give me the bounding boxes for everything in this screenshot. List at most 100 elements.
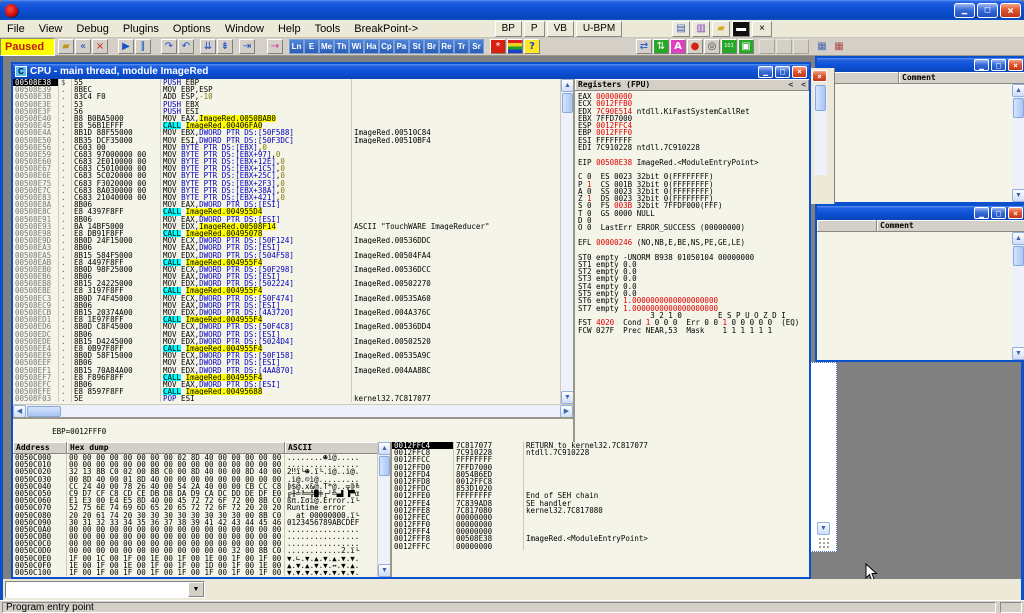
disasm-row[interactable]: 00508E6E.C683 5C020000 00MOV BYTE PTR DS… (13, 172, 560, 179)
chevron-down-icon[interactable]: ▼ (188, 582, 204, 597)
menu-button-u-bpm[interactable]: U-BPM (576, 21, 622, 37)
stack-row[interactable]: 0012FFE87C817080kernel32.7C817080 (392, 507, 809, 514)
minimize-icon[interactable]: ▁ (974, 59, 989, 71)
scrollbar[interactable]: ▲ ▼ (1012, 84, 1024, 202)
toolbar-letter-me[interactable]: Me (319, 39, 334, 54)
step-over-icon[interactable]: ↶ (178, 39, 194, 54)
cpu-title-bar[interactable]: C CPU - main thread, module ImageRed ▁ □… (13, 64, 809, 79)
disasm-row[interactable]: 00508EA5.8B15 584F5000MOV EDX,DWORD PTR … (13, 252, 560, 259)
disasm-row[interactable]: 00508E60.C683 2E010000 00MOV BYTE PTR DS… (13, 158, 560, 165)
disasm-row[interactable]: 00508ECB.8B15 20374A00MOV EDX,DWORD PTR … (13, 309, 560, 316)
hex-dump-row[interactable]: 0050C1001F 00 1F 00 1F 00 1F 00 1F 00 1F… (13, 569, 390, 576)
restart-icon[interactable]: « (75, 39, 91, 54)
disasm-row[interactable]: 00508E7C.C683 8A030000 00MOV BYTE PTR DS… (13, 187, 560, 194)
menu-item-help[interactable]: Help (271, 21, 308, 37)
stack-row[interactable]: 0012FFCCFFFFFFFF (392, 456, 809, 463)
step-into-icon[interactable]: ↷ (161, 39, 177, 54)
disasm-row[interactable]: 00508EFC.8B06MOV EAX,DWORD PTR DS:[ESI] (13, 381, 560, 388)
main-title-bar[interactable]: ▁ □ × (0, 0, 1024, 20)
scroll-up-icon[interactable]: ▲ (1012, 84, 1024, 97)
disasm-row[interactable]: 00508EFE.E8 8597F8FFCALL ImageRed.004956… (13, 388, 560, 395)
ascii-icon[interactable]: A (670, 39, 686, 54)
disasm-row[interactable]: 00508E9D.8B0D 24F15000MOV ECX,DWORD PTR … (13, 237, 560, 244)
screen-icon[interactable]: ▣ (738, 39, 754, 54)
swap-icon[interactable]: ⇄ (636, 39, 652, 54)
menu-item-file[interactable]: File (0, 21, 32, 37)
disasm-row[interactable]: 00508EDE.8B15 D4245000MOV EDX,DWORD PTR … (13, 338, 560, 345)
hex-dump-row[interactable]: 0050C040CC 24 40 00 78 26 40 00 54 2A 40… (13, 483, 390, 490)
disasm-row[interactable]: 00508EB6.8B06MOV EAX,DWORD PTR DS:[ESI] (13, 273, 560, 280)
toolbar-letter-e[interactable]: E (304, 39, 319, 54)
register-line[interactable]: T 0 GS 0000 NULL (575, 210, 809, 217)
scroll-up-icon[interactable]: ▲ (378, 442, 390, 455)
hex-dump-row[interactable]: 0050C0B000 00 00 00 00 00 00 00 00 00 00… (13, 533, 390, 540)
scroll-thumb[interactable] (379, 456, 390, 476)
disasm-row[interactable]: 00508EC9.8B06MOV EAX,DWORD PTR DS:[ESI] (13, 302, 560, 309)
disasm-row[interactable]: 00508E83.C683 21040000 00MOV BYTE PTR DS… (13, 194, 560, 201)
ascii-column-header[interactable]: ASCII (285, 442, 390, 454)
disasm-row[interactable]: 00508EA3.8B06MOV EAX,DWORD PTR DS:[ESI] (13, 244, 560, 251)
scrollbar[interactable] (814, 85, 827, 175)
stack-pane[interactable]: 0012FFC47C817077RETURN to kernel32.7C817… (390, 442, 809, 577)
restore-icon[interactable]: □ (977, 3, 998, 18)
hex-dump-row[interactable]: 0050C08020 20 61 74 20 30 30 30 30 30 30… (13, 512, 390, 519)
disasm-row[interactable]: 00508E8A.8B06MOV EAX,DWORD PTR DS:[ESI] (13, 201, 560, 208)
register-line[interactable]: EDI 7C910228 ntdll.7C910228 (575, 144, 809, 151)
animate-over-icon[interactable]: ⇟ (217, 39, 233, 54)
appearance-icon[interactable] (507, 39, 523, 54)
command-combobox[interactable]: ▼ (5, 581, 205, 598)
hex-dump-row[interactable]: 0050C0A000 00 00 00 00 00 00 00 00 00 00… (13, 526, 390, 533)
disasm-row[interactable]: 00508E38$55PUSH EBP (13, 79, 560, 86)
stack-row[interactable]: 0012FFEC00000000 (392, 514, 809, 521)
background-window-middle[interactable]: ▁ □ × Comment ▲ ▼ (815, 204, 1024, 362)
menu-item-plugins[interactable]: Plugins (116, 21, 166, 37)
background-window-top[interactable]: ▁ □ × Comment ▲ ▼ (815, 56, 1024, 204)
menu-button-vb[interactable]: VB (547, 21, 574, 37)
hex-dump-row[interactable]: 0050C09030 31 32 33 34 35 36 37 38 39 41… (13, 519, 390, 526)
disassembly-hscrollbar[interactable]: ◀ ▶ (13, 404, 573, 417)
disasm-row[interactable]: 00508E93.BA 14BF5000MOV EDX,ImageRed.005… (13, 223, 560, 230)
registers-pane[interactable]: Registers (FPU) < < EAX 00000000ECX 0012… (573, 79, 809, 442)
book-icon[interactable]: ▥ (692, 21, 710, 37)
disasm-row[interactable]: 00508E75.C683 F3020000 00MOV BYTE PTR DS… (13, 180, 560, 187)
disasm-row[interactable]: 00508F03.5EPOP ESIkernel32.7C817077 (13, 395, 560, 402)
registers-prev-icon[interactable]: < (788, 80, 793, 89)
close-icon[interactable]: × (1008, 59, 1023, 71)
close-icon[interactable]: × (1008, 207, 1023, 219)
stack-row[interactable]: 0012FFC47C817077RETURN to kernel32.7C817… (392, 442, 809, 449)
scroll-down-icon[interactable]: ▼ (817, 522, 830, 535)
registers-next-icon[interactable]: < (801, 80, 806, 89)
toolbar-letter-st[interactable]: St (409, 39, 424, 54)
animate-into-icon[interactable]: ⇊ (200, 39, 216, 54)
stack-row[interactable]: 0012FFE47C839AD8SE handler (392, 500, 809, 507)
register-line[interactable]: EFL 00000246 (NO,NB,E,BE,NS,PE,GE,LE) (575, 239, 809, 246)
scroll-down-icon[interactable]: ▼ (1012, 347, 1024, 360)
disasm-row[interactable]: 00508EE9.8B0D 58F15000MOV ECX,DWORD PTR … (13, 352, 560, 359)
disasm-row[interactable]: 00508EEF.8B06MOV EAX,DWORD PTR DS:[ESI] (13, 359, 560, 366)
close-program-icon[interactable]: × (92, 39, 108, 54)
updown-icon[interactable]: ⇅ (653, 39, 669, 54)
minimize-icon[interactable]: ▁ (974, 207, 989, 219)
background-window-fragment[interactable]: × (810, 68, 835, 204)
menu-button-p[interactable]: P (524, 21, 545, 37)
disasm-row[interactable]: 00508E67.C683 C5010000 00MOV BYTE PTR DS… (13, 165, 560, 172)
stack-row[interactable]: 0012FFD07FFD7000 (392, 464, 809, 471)
scrollbar[interactable]: ▲ ▼ (1012, 232, 1024, 360)
menu-item-tools[interactable]: Tools (308, 21, 348, 37)
hex-dump-row[interactable]: 0050C00000 00 00 00 00 00 00 00 02 8D 40… (13, 454, 390, 461)
disasm-row[interactable]: 00508E39.8BECMOV EBP,ESP (13, 86, 560, 93)
background-window-fragment-bottom[interactable]: ▼ (810, 362, 837, 552)
toolbar-letter-wi[interactable]: Wi (349, 39, 364, 54)
menu-button-bp[interactable]: BP (495, 21, 522, 37)
spiral-icon[interactable]: ◎ (704, 39, 720, 54)
hex-dump-row[interactable]: 0050C02032 13 8B C0 02 00 8B C0 00 8D 40… (13, 468, 390, 475)
scroll-down-icon[interactable]: ▼ (378, 564, 390, 577)
hex-dump-row[interactable]: 0050C01000 00 00 00 00 00 00 00 00 00 00… (13, 461, 390, 468)
disasm-row[interactable]: 00508E98.E8 DB91F8FFCALL ImageRed.004950… (13, 230, 560, 237)
help-icon[interactable]: ? (524, 39, 540, 54)
pause-icon[interactable]: ∥ (135, 39, 151, 54)
register-line[interactable]: O 0 LastErr ERROR_SUCCESS (00000000) (575, 224, 809, 231)
hex-dump-scrollbar[interactable]: ▲ ▼ (377, 442, 390, 577)
run-icon[interactable]: ▶ (118, 39, 134, 54)
disasm-row[interactable]: 00508ED1.E8 1E97F8FFCALL ImageRed.004955… (13, 316, 560, 323)
